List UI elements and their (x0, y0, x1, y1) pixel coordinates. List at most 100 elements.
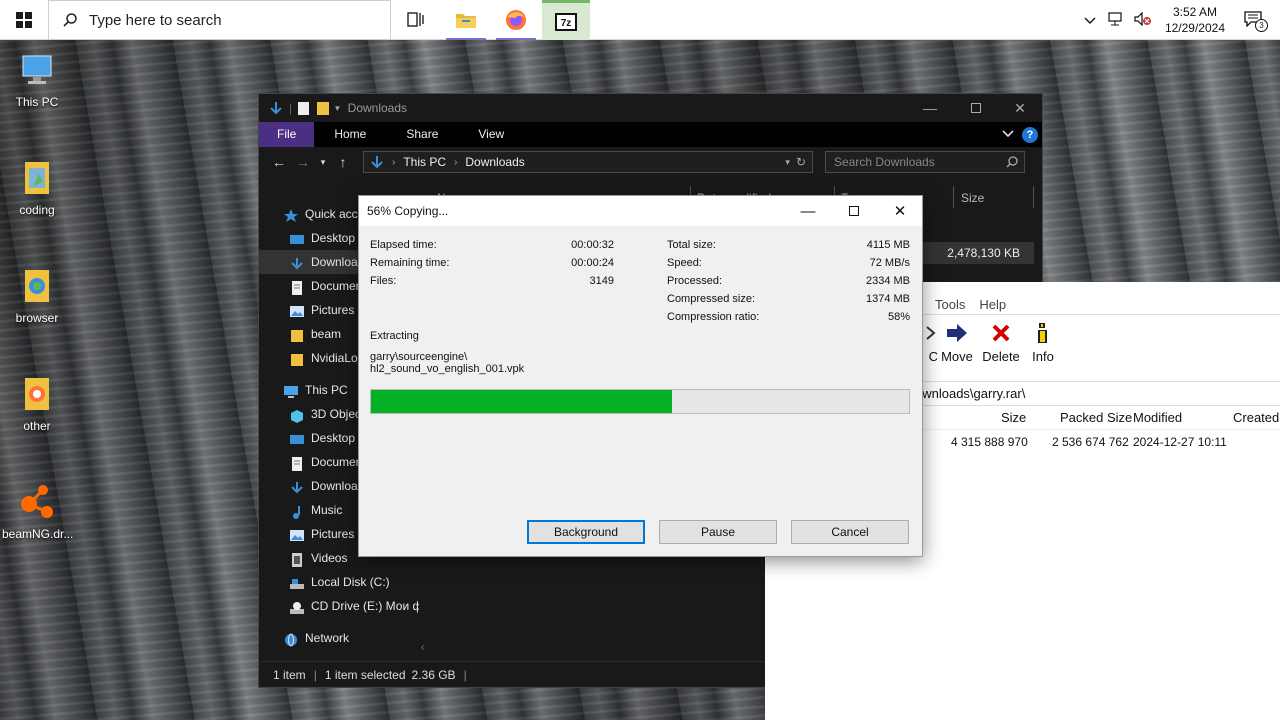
properties-icon[interactable] (298, 101, 310, 115)
clock-time: 3:52 AM (1172, 5, 1217, 19)
network-icon (283, 631, 299, 647)
nav-item-local-disk-c-[interactable]: Local Disk (C:) (259, 570, 419, 594)
pictures-icon (289, 303, 305, 317)
info-icon (1021, 321, 1065, 345)
column-size[interactable]: Size (961, 186, 984, 210)
column-size[interactable]: Size (1001, 406, 1026, 430)
move-button[interactable]: Move (935, 321, 979, 364)
explorer-search-box[interactable]: Search Downloads (825, 151, 1025, 173)
expand-ribbon-icon[interactable] (1002, 129, 1014, 141)
background-button[interactable]: Background (527, 520, 645, 544)
breadcrumb-downloads[interactable]: Downloads (465, 155, 524, 169)
ribbon-tabs: File Home Share View ? (259, 122, 1042, 147)
nav-item-label: beam (311, 327, 342, 341)
clock[interactable]: 3:52 AM 12/29/2024 (1165, 4, 1225, 36)
column-modified[interactable]: Modified (1133, 406, 1182, 430)
nav-item-label: Music (311, 503, 343, 517)
system-tray: 3:52 AM 12/29/2024 3 (1079, 0, 1280, 40)
network-icon[interactable] (1106, 11, 1124, 29)
desktop-icon-label: coding (19, 203, 55, 217)
close-button[interactable]: ✕ (997, 94, 1043, 122)
delete-button[interactable]: Delete (979, 321, 1023, 364)
nav-item-label: Desktop (311, 231, 356, 245)
back-arrow-icon[interactable]: ← (267, 154, 291, 170)
scroll-left-icon[interactable]: ‹ (421, 642, 433, 656)
new-folder-icon[interactable] (317, 101, 330, 115)
menu-tools[interactable]: Tools (935, 297, 965, 314)
tab-view[interactable]: View (458, 122, 524, 147)
up-arrow-icon[interactable]: ↑ (331, 154, 355, 170)
stat-value: 00:00:32 (571, 239, 614, 251)
desktop-icon-label: browser (15, 311, 59, 325)
active-indicator (496, 38, 536, 40)
minimize-button[interactable]: — (907, 94, 953, 122)
desktop-icon-coding[interactable]: coding (2, 158, 72, 217)
maximize-icon (849, 206, 859, 216)
tab-home[interactable]: Home (314, 122, 386, 147)
dialog-maximize-button[interactable] (831, 196, 877, 226)
desktop-icon-this-pc[interactable]: This PC (2, 50, 72, 109)
minimize-icon: — (923, 100, 937, 116)
desktop-icon-other[interactable]: other (2, 374, 72, 433)
address-dropdown-icon[interactable]: ▾ (785, 157, 790, 168)
refresh-icon[interactable]: ↻ (796, 155, 806, 169)
desktop-icon-browser[interactable]: browser (2, 266, 72, 325)
taskbar-firefox[interactable] (492, 0, 540, 40)
maximize-button[interactable] (953, 94, 999, 122)
desktop-icon-label: beamNG.dr... (2, 527, 74, 541)
address-bar[interactable]: › This PC › Downloads ▾ ↻ (363, 151, 813, 173)
breadcrumb-separator-icon: › (392, 156, 396, 168)
firefox-icon (506, 10, 526, 30)
7zip-icon: 7z (555, 12, 577, 31)
cancel-button[interactable]: Cancel (791, 520, 909, 544)
stat-value: 1374 MB (865, 293, 910, 305)
document-icon (289, 279, 305, 295)
desktop-icon-label: This PC (15, 95, 59, 109)
taskbar-7zip[interactable]: 7z (542, 0, 590, 40)
copy-progress-dialog: 56% Copying... — ✕ Elapsed time: 00:00:32… (358, 195, 923, 557)
computer-icon (22, 55, 52, 84)
volume-muted-icon[interactable] (1134, 11, 1152, 29)
taskbar-file-explorer[interactable] (442, 0, 490, 40)
move-icon (935, 321, 979, 345)
start-button[interactable] (0, 0, 48, 40)
star-icon (283, 207, 299, 222)
search-icon (63, 13, 77, 27)
folder-shortcut-icon (25, 378, 49, 410)
taskbar-search-box[interactable]: Type here to search (48, 0, 391, 40)
forward-arrow-icon[interactable]: → (291, 154, 315, 170)
notifications-button[interactable]: 3 (1244, 10, 1268, 32)
nav-item-network[interactable]: Network (259, 626, 419, 650)
info-button[interactable]: Info (1021, 321, 1065, 364)
breadcrumb-this-pc[interactable]: This PC (403, 155, 446, 169)
delete-label: Delete (982, 349, 1020, 364)
active-indicator (446, 38, 486, 40)
help-icon[interactable]: ? (1022, 126, 1038, 143)
minimize-icon: — (800, 202, 816, 220)
nav-item-label: This PC (305, 383, 348, 397)
dialog-close-button[interactable]: ✕ (877, 196, 923, 226)
stat-label: Compression ratio: (667, 311, 760, 323)
recent-locations-icon[interactable]: ▾ (315, 157, 331, 168)
download-arrow-icon (270, 102, 282, 115)
chevron-up-icon[interactable] (1084, 13, 1096, 28)
customize-quick-access-icon[interactable]: ▾ (335, 103, 340, 114)
stat-value: 3149 (589, 275, 614, 287)
pause-button[interactable]: Pause (659, 520, 777, 544)
desktop-icon (289, 231, 305, 245)
tab-share[interactable]: Share (386, 122, 458, 147)
column-divider (953, 186, 954, 208)
nav-item-cd-drive-e-[interactable]: CD Drive (E:) Мои ф (259, 594, 419, 618)
column-packed-size[interactable]: Packed Size (1060, 406, 1132, 430)
column-created[interactable]: Created (1233, 406, 1279, 430)
nav-item-label: Desktop (311, 431, 356, 445)
dialog-titlebar[interactable]: 56% Copying... — ✕ (359, 196, 922, 226)
task-view-button[interactable] (392, 0, 440, 40)
desktop-icon-beamng[interactable]: beamNG.dr... (2, 482, 74, 541)
dialog-minimize-button[interactable]: — (785, 196, 831, 226)
task-view-icon (407, 12, 424, 27)
video-icon (289, 551, 305, 567)
tab-file[interactable]: File (259, 122, 315, 147)
menu-help[interactable]: Help (979, 297, 1006, 314)
hard-drive-icon (289, 575, 305, 589)
